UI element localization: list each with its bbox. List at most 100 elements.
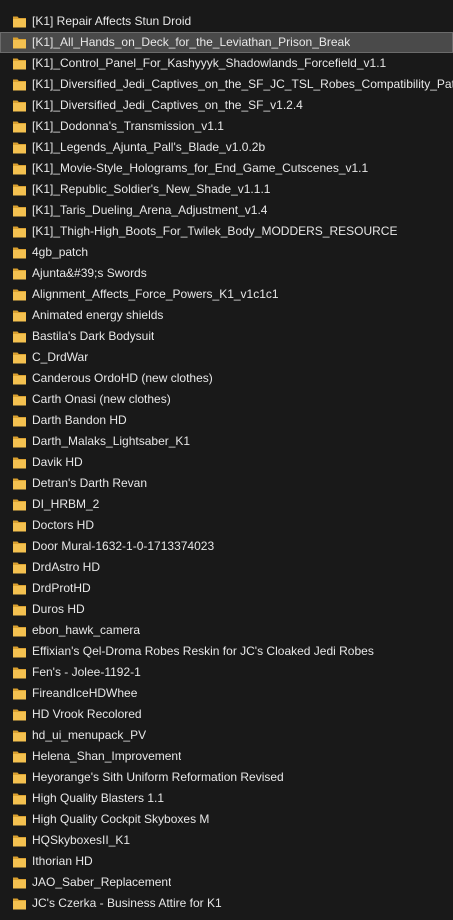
folder-name: HQSkyboxesII_K1 — [32, 833, 131, 847]
list-item[interactable]: Carth Onasi (new clothes) — [0, 389, 453, 410]
folder-name: Duros HD — [32, 602, 85, 616]
folder-icon — [12, 602, 27, 617]
list-item[interactable]: 4gb_patch — [0, 242, 453, 263]
folder-icon — [12, 182, 27, 197]
folder-name: [K1]_Republic_Soldier's_New_Shade_v1.1.1 — [32, 182, 271, 196]
folder-icon — [12, 875, 27, 890]
folder-icon — [12, 728, 27, 743]
folder-icon — [12, 203, 27, 218]
folder-icon — [12, 749, 27, 764]
folder-name: Darth Bandon HD — [32, 413, 127, 427]
folder-name: HD Vrook Recolored — [32, 707, 142, 721]
folder-name: Detran's Darth Revan — [32, 476, 148, 490]
list-item[interactable]: [K1]_Taris_Dueling_Arena_Adjustment_v1.4 — [0, 200, 453, 221]
list-item[interactable]: Heyorange's Sith Uniform Reformation Rev… — [0, 767, 453, 788]
folder-name: Doctors HD — [32, 518, 95, 532]
list-item[interactable]: Door Mural-1632-1-0-1713374023 — [0, 536, 453, 557]
folder-name: [K1]_Diversified_Jedi_Captives_on_the_SF… — [32, 98, 303, 112]
list-item[interactable]: Alignment_Affects_Force_Powers_K1_v1c1c1 — [0, 284, 453, 305]
list-item[interactable]: ebon_hawk_camera — [0, 620, 453, 641]
list-item[interactable]: [K1]_Republic_Soldier's_New_Shade_v1.1.1 — [0, 179, 453, 200]
list-item[interactable]: [K1]_Thigh-High_Boots_For_Twilek_Body_MO… — [0, 221, 453, 242]
folder-icon — [12, 791, 27, 806]
folder-icon — [12, 329, 27, 344]
folder-name: FireandIceHDWhee — [32, 686, 138, 700]
folder-icon — [12, 56, 27, 71]
folder-icon — [12, 287, 27, 302]
folder-name: Darth_Malaks_Lightsaber_K1 — [32, 434, 191, 448]
folder-icon — [12, 560, 27, 575]
folder-name: Bastila's Dark Bodysuit — [32, 329, 155, 343]
list-item[interactable]: High Quality Blasters 1.1 — [0, 788, 453, 809]
folder-name: Heyorange's Sith Uniform Reformation Rev… — [32, 770, 284, 784]
list-item[interactable]: JC's Czerka - Business Attire for K1 — [0, 893, 453, 914]
list-item[interactable]: Duros HD — [0, 599, 453, 620]
folder-icon — [12, 224, 27, 239]
folder-icon — [12, 140, 27, 155]
list-item[interactable]: [K1]_Movie-Style_Holograms_for_End_Game_… — [0, 158, 453, 179]
list-item[interactable]: [K1]_Diversified_Jedi_Captives_on_the_SF… — [0, 74, 453, 95]
folder-icon — [12, 644, 27, 659]
list-item[interactable]: hd_ui_menupack_PV — [0, 725, 453, 746]
list-item[interactable]: DrdProtHD — [0, 578, 453, 599]
folder-name: [K1]_Dodonna's_Transmission_v1.1 — [32, 119, 224, 133]
folder-name: [K1]_Legends_Ajunta_Pall's_Blade_v1.0.2b — [32, 140, 266, 154]
folder-name: Helena_Shan_Improvement — [32, 749, 182, 763]
list-item[interactable]: Canderous OrdoHD (new clothes) — [0, 368, 453, 389]
folder-icon — [12, 518, 27, 533]
folder-icon — [12, 455, 27, 470]
folder-icon — [12, 161, 27, 176]
list-item[interactable]: [K1]_Control_Panel_For_Kashyyyk_Shadowla… — [0, 53, 453, 74]
list-item[interactable]: HD Vrook Recolored — [0, 704, 453, 725]
list-item[interactable]: Detran's Darth Revan — [0, 473, 453, 494]
folder-icon — [12, 119, 27, 134]
folder-name: Davik HD — [32, 455, 83, 469]
list-item[interactable]: Davik HD — [0, 452, 453, 473]
folder-icon — [12, 623, 27, 638]
folder-icon — [12, 896, 27, 911]
folder-icon — [12, 35, 27, 50]
folder-name: [K1]_Thigh-High_Boots_For_Twilek_Body_MO… — [32, 224, 398, 238]
folder-icon — [12, 581, 27, 596]
folder-icon — [12, 14, 27, 29]
list-item[interactable]: Darth_Malaks_Lightsaber_K1 — [0, 431, 453, 452]
folder-name: hd_ui_menupack_PV — [32, 728, 147, 742]
list-item[interactable]: Doctors HD — [0, 515, 453, 536]
folder-name: [K1]_Diversified_Jedi_Captives_on_the_SF… — [32, 77, 453, 91]
folder-icon — [12, 497, 27, 512]
folder-name: JC's Czerka - Business Attire for K1 — [32, 896, 222, 910]
list-item[interactable]: DrdAstro HD — [0, 557, 453, 578]
folder-name: Ajunta&#39;s Swords — [32, 266, 147, 280]
folder-icon — [12, 392, 27, 407]
list-item[interactable]: Ajunta&#39;s Swords — [0, 263, 453, 284]
list-item[interactable]: Effixian's Qel-Droma Robes Reskin for JC… — [0, 641, 453, 662]
list-item[interactable]: [K1] Repair Affects Stun Droid — [0, 11, 453, 32]
list-item[interactable]: High Quality Cockpit Skyboxes M — [0, 809, 453, 830]
folder-name: DrdProtHD — [32, 581, 91, 595]
list-item[interactable]: C_DrdWar — [0, 347, 453, 368]
list-item[interactable]: FireandIceHDWhee — [0, 683, 453, 704]
list-item[interactable]: Ithorian HD — [0, 851, 453, 872]
list-item[interactable]: Bastila's Dark Bodysuit — [0, 326, 453, 347]
folder-name: 4gb_patch — [32, 245, 89, 259]
folder-icon — [12, 665, 27, 680]
folder-name: Canderous OrdoHD (new clothes) — [32, 371, 213, 385]
list-item[interactable]: Animated energy shields — [0, 305, 453, 326]
folder-icon — [12, 539, 27, 554]
list-item[interactable]: DI_HRBM_2 — [0, 494, 453, 515]
list-item[interactable]: [K1]_Dodonna's_Transmission_v1.1 — [0, 116, 453, 137]
list-item[interactable]: [K1]_All_Hands_on_Deck_for_the_Leviathan… — [0, 32, 453, 53]
list-item[interactable]: HQSkyboxesII_K1 — [0, 830, 453, 851]
folder-icon — [12, 413, 27, 428]
list-item[interactable]: JAO_Saber_Replacement — [0, 872, 453, 893]
list-item[interactable]: Fen's - Jolee-1192-1 — [0, 662, 453, 683]
folder-name: High Quality Blasters 1.1 — [32, 791, 165, 805]
folder-name: DrdAstro HD — [32, 560, 101, 574]
folder-icon — [12, 308, 27, 323]
list-item[interactable]: [K1]_Legends_Ajunta_Pall's_Blade_v1.0.2b — [0, 137, 453, 158]
folder-icon — [12, 350, 27, 365]
list-item[interactable]: [K1]_Diversified_Jedi_Captives_on_the_SF… — [0, 95, 453, 116]
list-item[interactable]: Darth Bandon HD — [0, 410, 453, 431]
folder-icon — [12, 686, 27, 701]
list-item[interactable]: Helena_Shan_Improvement — [0, 746, 453, 767]
